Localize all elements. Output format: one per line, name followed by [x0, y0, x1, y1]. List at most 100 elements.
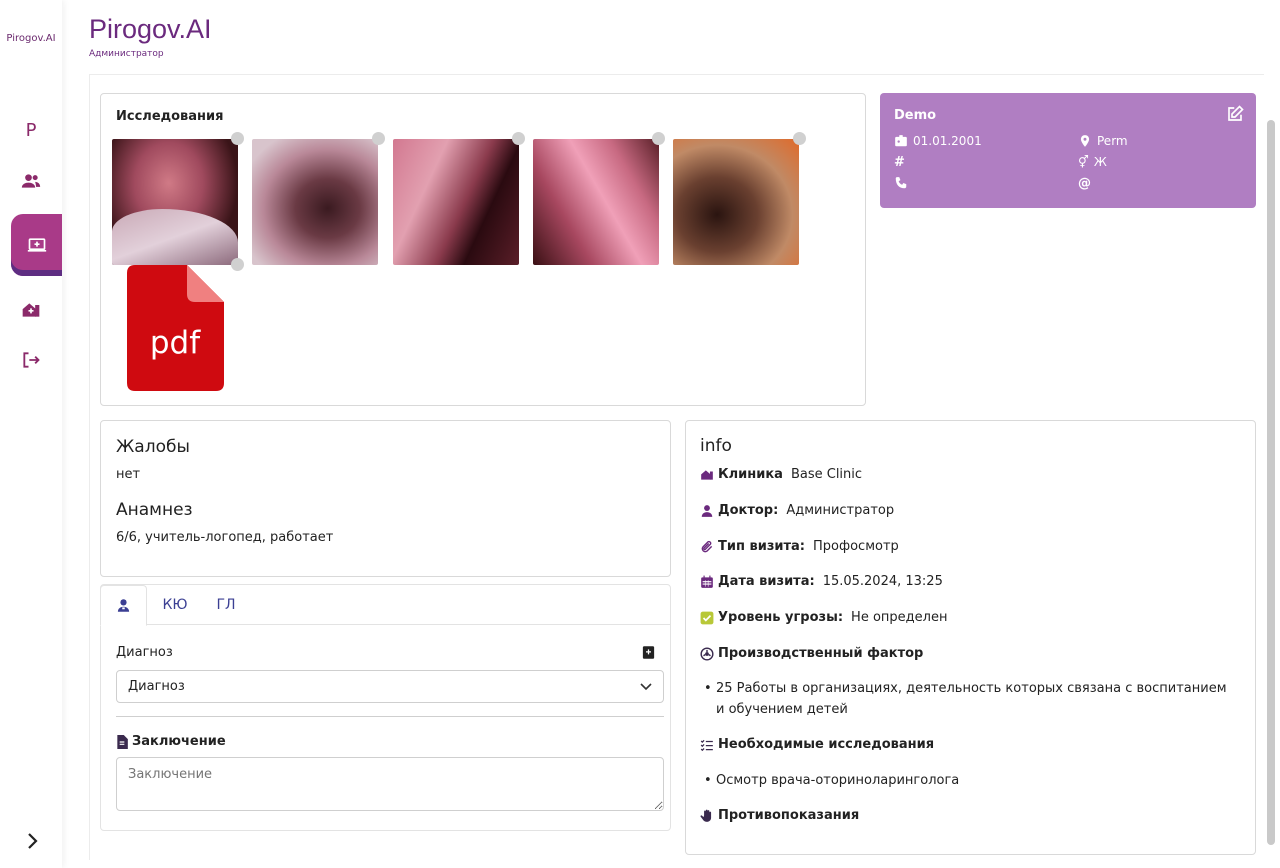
info-clinic-label: Клиника: [718, 467, 783, 482]
tab-doctor[interactable]: [100, 585, 147, 626]
anamnesis-text: 6/6, учитель-логопед, работает: [116, 530, 334, 545]
studies-title: Исследования: [116, 109, 224, 124]
study-select-dot[interactable]: [512, 132, 525, 145]
study-image-1[interactable]: [112, 139, 238, 265]
edit-icon[interactable]: [1226, 105, 1244, 123]
info-threat-label: Уровень угрозы:: [718, 610, 844, 625]
gender-icon: ⚥: [1078, 155, 1089, 169]
info-threat-value: Не определен: [851, 610, 948, 625]
nav-item-patients[interactable]: [0, 161, 62, 201]
sidebar-brand: Pirogov.AI: [6, 33, 56, 44]
info-clinic-row: Клиника Base Clinic: [700, 467, 862, 482]
complaints-title: Жалобы: [116, 437, 190, 457]
hand-stop-icon: [700, 809, 712, 822]
patient-gender: Ж: [1093, 155, 1107, 169]
info-doctor-row: Доктор: Администратор: [700, 503, 894, 518]
study-select-dot[interactable]: [231, 258, 244, 271]
patient-phone-row: [894, 176, 913, 190]
check-square-icon: [700, 611, 714, 624]
pdf-label: pdf: [150, 325, 201, 361]
study-select-dot[interactable]: [231, 132, 244, 145]
phone-icon: [895, 177, 907, 189]
add-book-icon[interactable]: [641, 645, 656, 660]
info-doctor-value: Администратор: [786, 503, 895, 518]
document-icon: [117, 734, 128, 749]
page-brand-title: Pirogov.AI: [89, 14, 212, 44]
info-contra-row: Противопоказания: [700, 808, 863, 823]
clinic-icon: [701, 469, 713, 480]
tab-kyu[interactable]: КЮ: [151, 585, 199, 625]
study-select-dot[interactable]: [372, 132, 385, 145]
study-image-3[interactable]: [393, 139, 519, 265]
patient-number-row: #: [894, 155, 910, 170]
nav-item-home[interactable]: Р: [0, 110, 62, 150]
conclusion-label-row: Заключение: [116, 734, 226, 749]
studies-card: Исследования pdf: [100, 93, 866, 406]
complaints-text: нет: [116, 467, 141, 482]
location-pin-icon: [1080, 135, 1090, 147]
patient-email-row: @: [1078, 176, 1096, 191]
conclusion-textarea[interactable]: [116, 757, 664, 811]
clinic-icon: [22, 303, 40, 317]
info-doctor-label: Доктор:: [718, 503, 779, 518]
info-factor-item: 25 Работы в организациях, деятельность к…: [704, 678, 1236, 720]
info-threat-row: Уровень угрозы: Не определен: [700, 610, 947, 625]
nav-item-workstation[interactable]: [11, 214, 62, 276]
study-image-2[interactable]: [252, 139, 378, 265]
sidebar: Pirogov.AI Р: [0, 0, 62, 868]
conclusion-label: Заключение: [132, 734, 226, 749]
patient-name: Demo: [894, 108, 937, 123]
tab-bar: КЮ ГЛ: [100, 585, 670, 626]
paperclip-icon: [701, 540, 713, 552]
info-card: info Клиника Base Clinic Доктор: Админис…: [685, 420, 1256, 855]
diagnosis-select[interactable]: Диагноз: [116, 670, 664, 703]
doctor-icon: [117, 599, 130, 612]
id-card-icon: [895, 135, 907, 147]
nav-item-logout[interactable]: [0, 340, 62, 380]
info-contra-label: Противопоказания: [718, 808, 860, 823]
study-select-dot[interactable]: [793, 132, 806, 145]
patient-card: Demo 01.01.2001 # Perm ⚥ Ж @: [880, 93, 1256, 208]
patient-city: Perm: [1097, 134, 1128, 148]
patient-birth-date-row: 01.01.2001: [894, 134, 982, 148]
users-icon: [21, 174, 41, 188]
info-required-item: Осмотр врача-оториноларинголога: [704, 770, 1236, 791]
pdf-file-icon[interactable]: pdf: [127, 265, 224, 391]
workstation-icon: [27, 238, 46, 252]
tab-gl[interactable]: ГЛ: [203, 585, 249, 625]
study-select-dot[interactable]: [652, 132, 665, 145]
info-visit-type-label: Тип визита:: [718, 539, 805, 554]
info-visit-type-row: Тип визита: Профосмотр: [700, 539, 899, 554]
study-image-5[interactable]: [673, 139, 799, 265]
radiation-icon: [700, 646, 714, 661]
divider: [116, 716, 664, 717]
nav-item-clinic[interactable]: [0, 290, 62, 330]
info-required-label: Необходимые исследования: [718, 737, 935, 752]
info-visit-date-label: Дата визита:: [718, 574, 815, 589]
study-image-4[interactable]: [533, 139, 659, 265]
logo-p-icon: Р: [25, 119, 37, 141]
info-required-row: Необходимые исследования: [700, 737, 938, 752]
page-scrollbar[interactable]: [1267, 120, 1275, 845]
complaints-card: Жалобы нет Анамнез 6/6, учитель-логопед,…: [100, 420, 671, 577]
user-role: Администратор: [89, 49, 164, 59]
diagnosis-label: Диагноз: [116, 645, 173, 660]
diagnosis-select-value: Диагноз: [128, 679, 185, 694]
info-visit-type-value: Профосмотр: [813, 539, 899, 554]
at-icon: @: [1078, 176, 1091, 191]
checklist-icon: [700, 739, 713, 751]
info-factor-row: Производственный фактор: [700, 646, 927, 661]
doctor-icon: [701, 504, 713, 517]
patient-birth-date: 01.01.2001: [913, 134, 982, 148]
chevron-right-icon: [28, 833, 38, 849]
info-title: info: [700, 436, 732, 456]
info-visit-date-value: 15.05.2024, 13:25: [822, 574, 943, 589]
info-factor-label: Производственный фактор: [718, 646, 924, 661]
expand-sidebar-button[interactable]: [20, 828, 46, 854]
info-visit-date-row: Дата визита: 15.05.2024, 13:25: [700, 574, 943, 589]
hash-icon: #: [894, 155, 905, 170]
anamnesis-title: Анамнез: [116, 500, 193, 520]
diagnosis-panel: КЮ ГЛ Диагноз Диагноз Заключение: [100, 584, 671, 831]
logout-icon: [23, 352, 40, 368]
patient-city-row: Perm: [1078, 134, 1128, 148]
